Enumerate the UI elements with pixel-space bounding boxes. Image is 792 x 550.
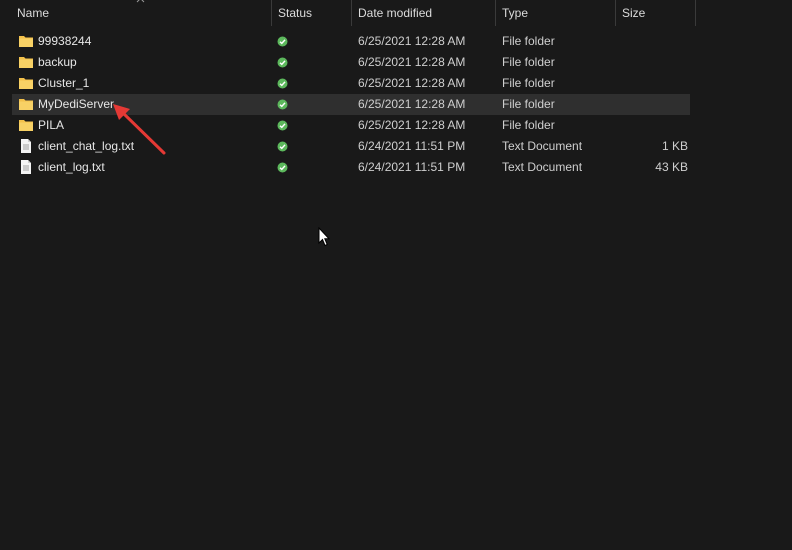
file-name: 99938244 [38, 34, 92, 48]
status-synced-icon [277, 57, 288, 68]
annotation-arrow-icon [113, 104, 166, 155]
mouse-cursor-icon [318, 227, 330, 247]
file-row[interactable]: client_log.txt 6/24/2021 11:51 PM Text D… [12, 157, 690, 178]
column-header-date-modified[interactable]: Date modified [352, 0, 496, 26]
column-header-type[interactable]: Type [496, 0, 616, 26]
column-header-size[interactable]: Size [616, 0, 696, 26]
file-row[interactable]: 99938244 6/25/2021 12:28 AM File folder [12, 31, 690, 52]
folder-icon [19, 120, 33, 131]
status-synced-icon [277, 162, 288, 173]
status-synced-icon [277, 99, 288, 110]
file-date-modified: 6/25/2021 12:28 AM [358, 34, 466, 48]
file-date-modified: 6/25/2021 12:28 AM [358, 76, 466, 90]
file-size: 1 KB [661, 139, 688, 153]
file-type: File folder [502, 76, 555, 90]
folder-icon [19, 57, 33, 68]
file-date-modified: 6/25/2021 12:28 AM [358, 55, 466, 69]
status-synced-icon [277, 120, 288, 131]
folder-icon [19, 36, 33, 47]
text-file-icon [21, 139, 31, 153]
folder-icon [19, 78, 33, 89]
column-header-bar: Name Status Date modified Type Size [0, 0, 792, 26]
file-type: Text Document [502, 139, 583, 153]
file-type: File folder [502, 34, 555, 48]
file-row[interactable]: Cluster_1 6/25/2021 12:28 AM File folder [12, 73, 690, 94]
file-type: File folder [502, 118, 555, 132]
file-size: 43 KB [655, 160, 688, 174]
file-name: MyDediServer [38, 97, 115, 111]
file-date-modified: 6/25/2021 12:28 AM [358, 97, 466, 111]
status-synced-icon [277, 78, 288, 89]
file-type: Text Document [502, 160, 583, 174]
text-file-icon [21, 160, 31, 174]
status-synced-icon [277, 141, 288, 152]
column-header-status[interactable]: Status [272, 0, 352, 26]
file-type: File folder [502, 55, 555, 69]
file-row[interactable]: backup 6/25/2021 12:28 AM File folder [12, 52, 690, 73]
file-type: File folder [502, 97, 555, 111]
file-name: Cluster_1 [38, 76, 90, 90]
folder-icon [19, 99, 33, 110]
file-name: client_log.txt [38, 160, 105, 174]
file-name: backup [38, 55, 77, 69]
status-synced-icon [277, 36, 288, 47]
file-date-modified: 6/24/2021 11:51 PM [358, 139, 466, 153]
file-date-modified: 6/24/2021 11:51 PM [358, 160, 466, 174]
file-date-modified: 6/25/2021 12:28 AM [358, 118, 466, 132]
column-header-name[interactable]: Name [11, 0, 272, 26]
file-name: PILA [38, 118, 65, 132]
